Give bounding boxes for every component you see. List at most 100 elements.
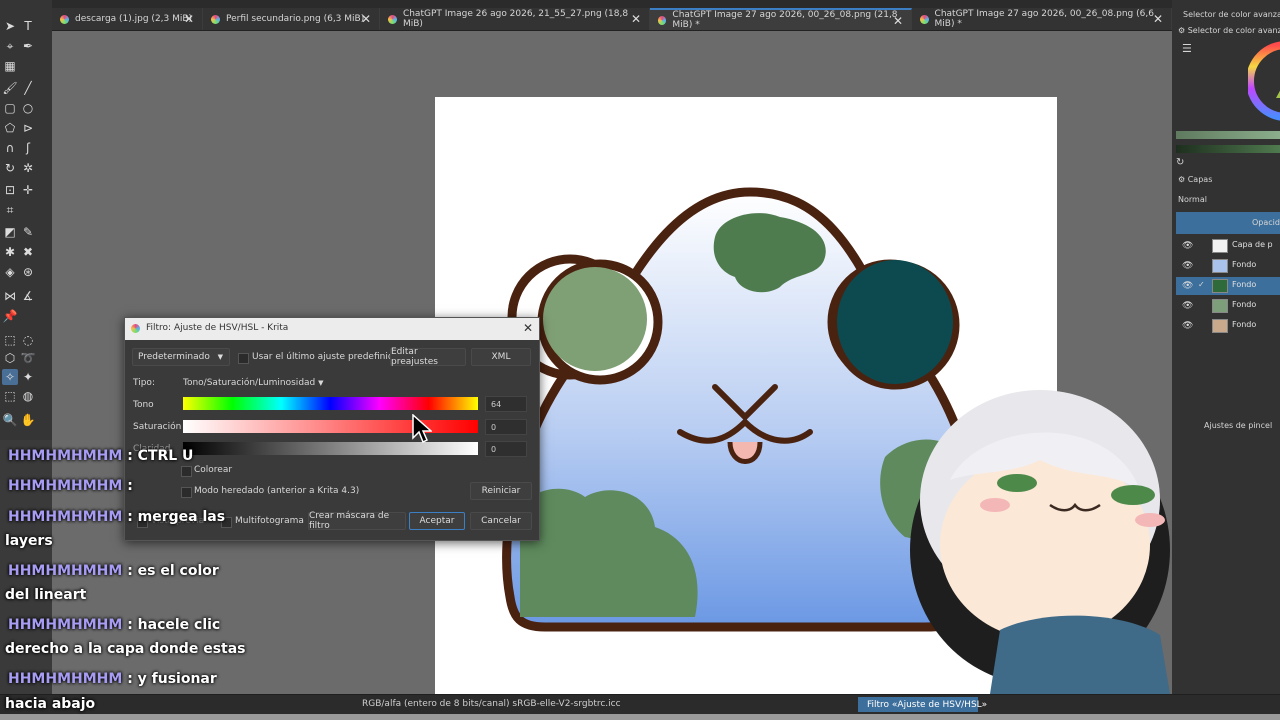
assistant-icon[interactable]: ⋈ <box>2 288 18 304</box>
eye-icon[interactable]: 👁 <box>1182 321 1193 331</box>
eye-icon[interactable]: 👁 <box>1182 241 1193 251</box>
zoom-icon[interactable]: 🔍 <box>2 412 18 428</box>
layer-row[interactable]: 👁 Fondo <box>1176 317 1280 335</box>
chevron-down-icon: ▼ <box>318 379 324 387</box>
document-tab[interactable]: Perfil secundario.png (6,3 MiB) ✕ <box>203 8 380 30</box>
hue-label: Tono <box>133 400 154 410</box>
close-icon[interactable]: ✕ <box>1153 12 1163 26</box>
eye-icon[interactable]: 👁 <box>1182 281 1193 291</box>
colorize-checkbox[interactable] <box>181 466 192 477</box>
edit-shapes-icon[interactable]: ⌖ <box>2 38 18 54</box>
close-icon[interactable]: ✕ <box>893 14 903 28</box>
layer-row[interactable]: 👁 Capa de p <box>1176 237 1280 255</box>
chevron-down-icon: ▼ <box>217 353 223 361</box>
hue-spinbox[interactable]: 64 <box>485 396 527 412</box>
lightness-slider[interactable] <box>183 442 478 455</box>
contiguous-select-icon[interactable]: ✧ <box>2 369 18 385</box>
xml-button[interactable]: XML <box>471 348 531 366</box>
rect-select-icon[interactable]: ⬚ <box>2 332 18 348</box>
calligraphy-icon[interactable]: ✒ <box>20 38 36 54</box>
layer-row[interactable]: 👁 Fondo <box>1176 297 1280 315</box>
color-slider[interactable] <box>1176 131 1280 139</box>
text-tool-icon[interactable]: T <box>20 18 36 34</box>
krita-file-icon <box>60 14 69 24</box>
chat-message: HHMHMHMHM : y fusionar <box>8 671 217 687</box>
color-wheel[interactable] <box>1248 36 1280 126</box>
document-tab-active[interactable]: ChatGPT Image 27 ago 2026, 00_26_08.png … <box>650 8 912 30</box>
bezier-icon[interactable]: ∩ <box>2 140 18 156</box>
type-dropdown[interactable]: Tono/Saturación/Luminosidad ▼ <box>183 378 324 388</box>
eye-icon[interactable]: 👁 <box>1182 301 1193 311</box>
magnetic-select-icon[interactable]: ◍ <box>20 388 36 404</box>
legacy-mode-label: Modo heredado (anterior a Krita 4.3) <box>194 486 360 496</box>
lightness-spinbox[interactable]: 0 <box>485 441 527 457</box>
lasso-icon[interactable]: ➰ <box>20 350 36 366</box>
close-icon[interactable]: ✕ <box>523 321 533 335</box>
dynamic-brush-icon[interactable]: ↻ <box>2 160 18 176</box>
similar-select-icon[interactable]: ✦ <box>20 369 36 385</box>
ellipse-select-icon[interactable]: ◌ <box>20 332 36 348</box>
close-icon[interactable]: ✕ <box>184 12 194 26</box>
reference-icon[interactable]: 📌 <box>2 308 18 324</box>
legacy-mode-checkbox[interactable] <box>181 487 192 498</box>
colorize-icon[interactable]: ✖ <box>20 244 36 260</box>
chat-message: hacia abajo <box>5 696 96 712</box>
polyline-icon[interactable]: ⊳ <box>20 120 36 136</box>
bezier-select-icon[interactable]: ⬚ <box>2 388 18 404</box>
document-tab[interactable]: ChatGPT Image 26 ago 2026, 21_55_27.png … <box>380 8 650 30</box>
crop-transform-icon[interactable]: ⊡ <box>2 182 18 198</box>
right-dock: Selector de color avanzado ⚙ Selector de… <box>1172 0 1280 694</box>
edit-presets-button[interactable]: Editar preajustes <box>390 347 466 367</box>
multiframe-label: Multifotograma <box>235 516 304 526</box>
gradient-icon[interactable]: ◩ <box>2 224 18 240</box>
saturation-spinbox[interactable]: 0 <box>485 419 527 435</box>
cancel-button[interactable]: Cancelar <box>470 512 532 530</box>
reset-button[interactable]: Reiniciar <box>470 482 532 500</box>
pattern-icon[interactable]: ▦ <box>2 58 18 74</box>
menu-icon[interactable]: ☰ <box>1182 42 1192 55</box>
eye-icon[interactable]: 👁 <box>1182 261 1193 271</box>
use-last-checkbox[interactable] <box>238 353 249 364</box>
krita-file-icon <box>920 14 929 24</box>
color-slider[interactable] <box>1176 145 1280 153</box>
measure-icon[interactable]: ∡ <box>20 288 36 304</box>
blend-mode-select[interactable]: Normal <box>1178 195 1207 204</box>
document-tab[interactable]: ChatGPT Image 27 ago 2026, 00_26_08.png … <box>912 8 1172 30</box>
gear-icon: ⚙ <box>1178 175 1186 184</box>
streamer-avatar <box>910 390 1170 694</box>
fill-icon[interactable]: ◈ <box>2 264 18 280</box>
crop-icon[interactable]: ⌗ <box>2 202 18 218</box>
document-tab[interactable]: descarga (1).jpg (2,3 MiB) ✕ <box>52 8 203 30</box>
enclose-fill-icon[interactable]: ⊛ <box>20 264 36 280</box>
smart-patch-icon[interactable]: ✱ <box>2 244 18 260</box>
create-filter-mask-button[interactable]: Crear máscara de filtro <box>308 511 406 531</box>
eyedropper-icon[interactable]: ✎ <box>20 224 36 240</box>
krita-file-icon <box>658 15 667 25</box>
colorize-label: Colorear <box>194 465 233 475</box>
select-arrow-icon[interactable]: ➤ <box>2 18 18 34</box>
saturation-slider[interactable] <box>183 420 478 433</box>
close-icon[interactable]: ✕ <box>361 12 371 26</box>
close-icon[interactable]: ✕ <box>631 12 641 26</box>
opacity-slider[interactable]: Opacidad <box>1176 212 1280 234</box>
move-icon[interactable]: ✛ <box>20 182 36 198</box>
line-icon[interactable]: ╱ <box>20 80 36 96</box>
refresh-icon[interactable]: ↻ <box>1176 157 1184 168</box>
brush-settings-label: Ajustes de pincel <box>1204 421 1273 430</box>
rectangle-icon[interactable]: ▢ <box>2 100 18 116</box>
krita-file-icon <box>211 14 220 24</box>
chat-message: layers <box>5 533 53 549</box>
multibrush-icon[interactable]: ✲ <box>20 160 36 176</box>
ellipse-icon[interactable]: ○ <box>20 100 36 116</box>
hue-slider[interactable] <box>183 397 478 410</box>
accept-button[interactable]: Aceptar <box>409 512 465 530</box>
pan-hand-icon[interactable]: ✋ <box>20 412 36 428</box>
brush-icon[interactable]: 🖌 <box>2 80 18 96</box>
polygon-icon[interactable]: ⬠ <box>2 120 18 136</box>
docker-tab[interactable]: ⚙ Selector de color avanzado <box>1178 26 1280 35</box>
layer-row-selected[interactable]: 👁 ✓ Fondo <box>1176 277 1280 295</box>
polygon-select-icon[interactable]: ⬡ <box>2 350 18 366</box>
layer-row[interactable]: 👁 Fondo <box>1176 257 1280 275</box>
preset-dropdown[interactable]: Predeterminado ▼ <box>132 348 230 366</box>
freehand-path-icon[interactable]: ʃ <box>20 140 36 156</box>
